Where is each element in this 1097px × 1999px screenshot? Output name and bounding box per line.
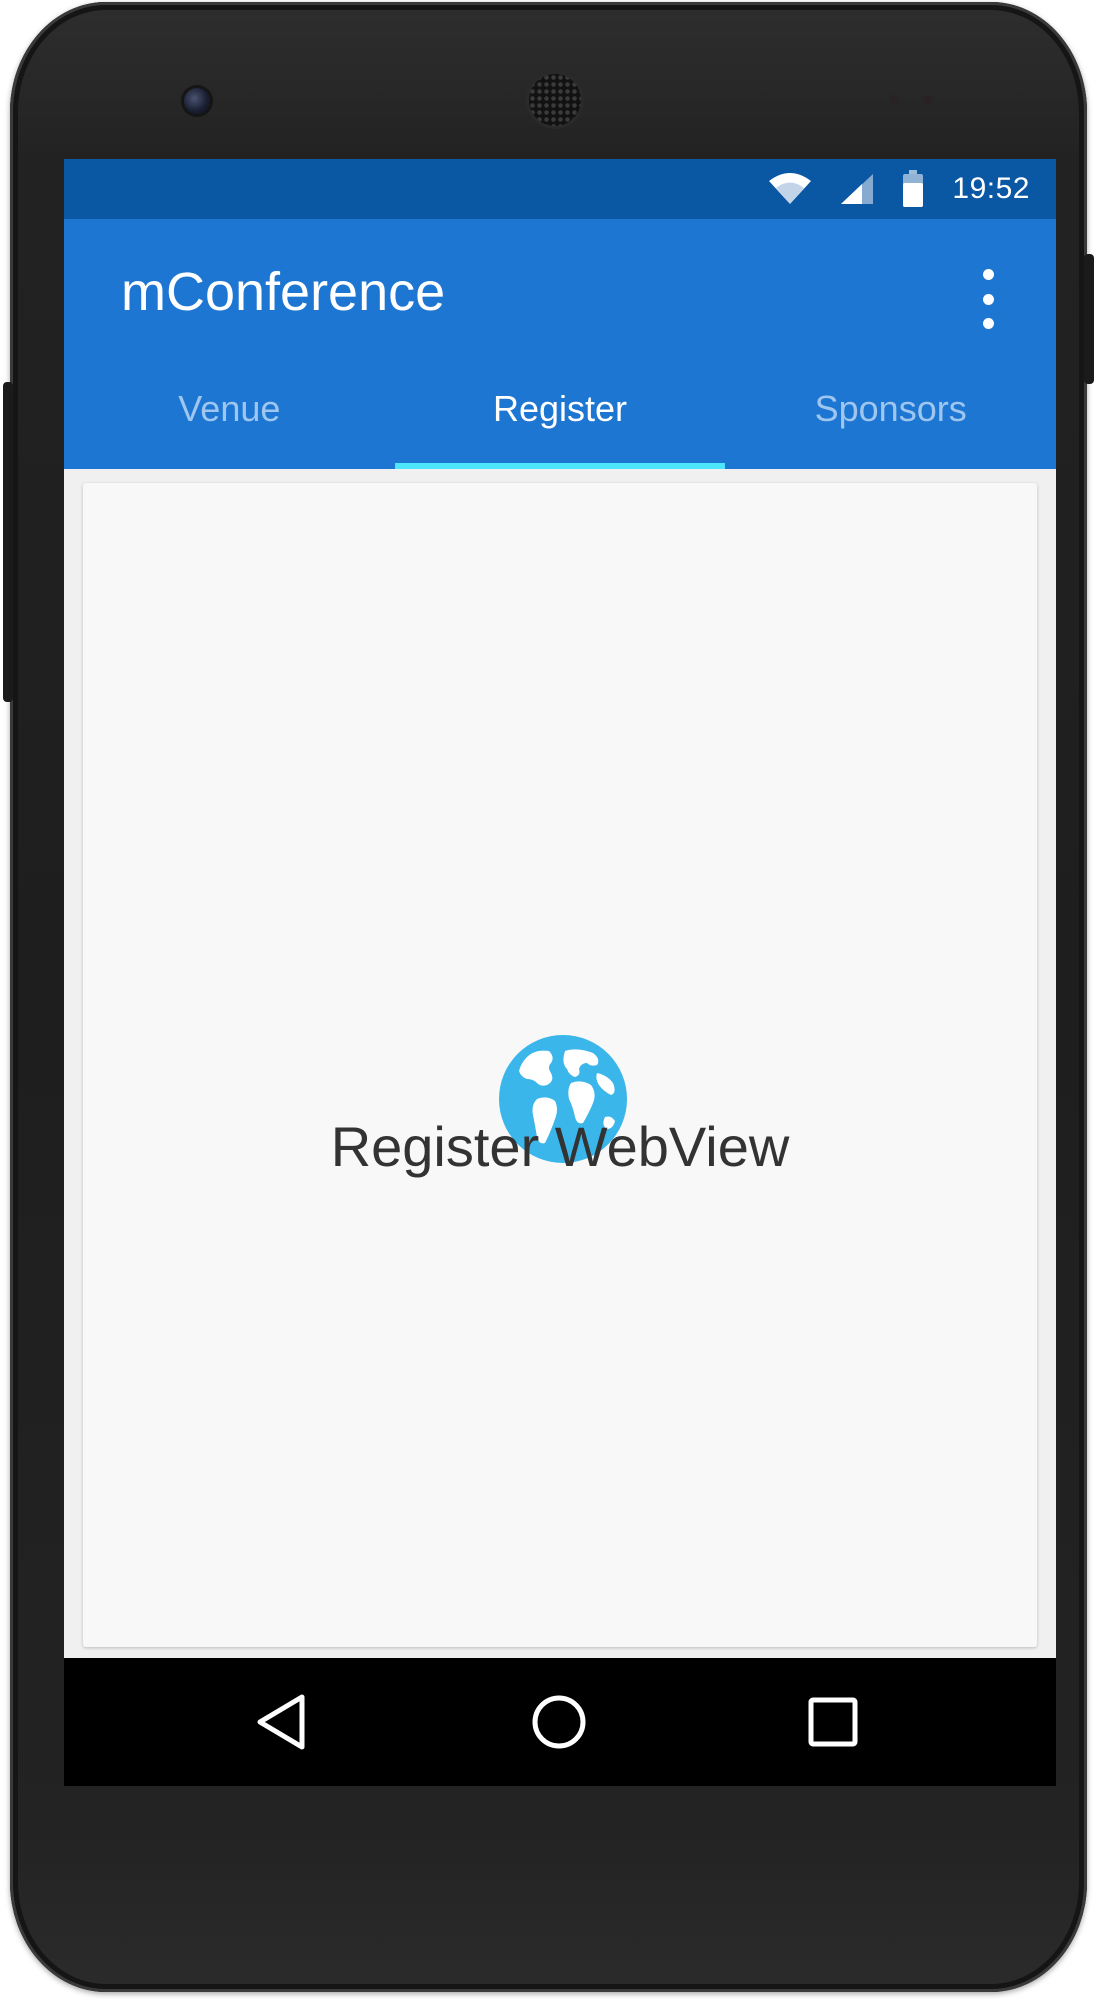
back-button[interactable] [222,1658,342,1786]
volume-button [3,382,13,702]
status-icons: 19:52 [768,159,1030,219]
overflow-dot [982,269,994,280]
light-sensor [924,96,932,104]
screen: 19:52 mConference Venue Register Sponsor… [64,159,1056,1786]
proximity-sensor [890,96,898,104]
webview-label: Register WebView [330,1115,790,1178]
front-camera [184,88,210,114]
home-button[interactable] [499,1658,619,1786]
app-bar: mConference Venue Register Sponsors [64,219,1056,469]
tab-venue[interactable]: Venue [64,349,395,469]
battery-icon [903,170,924,207]
wifi-icon [769,173,812,204]
recents-button[interactable] [773,1658,893,1786]
power-button [1084,254,1094,384]
home-icon [532,1695,586,1749]
tab-bar: Venue Register Sponsors [64,349,1056,469]
phone-frame: 19:52 mConference Venue Register Sponsor… [3,2,1094,1992]
status-time: 19:52 [952,172,1030,205]
more-vert-icon[interactable] [978,269,998,329]
tab-sponsors[interactable]: Sponsors [725,349,1056,469]
content-card: Register WebView [83,483,1037,1647]
recents-icon [808,1697,858,1747]
overflow-dot [982,293,994,305]
status-bar: 19:52 [64,159,1056,219]
cell-signal-icon [841,174,874,204]
nav-bar [64,1658,1056,1786]
back-icon [257,1694,305,1750]
tab-register[interactable]: Register [394,349,726,469]
overflow-dot [982,318,994,329]
earpiece-speaker [529,74,581,126]
app-title: mConference [121,262,446,322]
